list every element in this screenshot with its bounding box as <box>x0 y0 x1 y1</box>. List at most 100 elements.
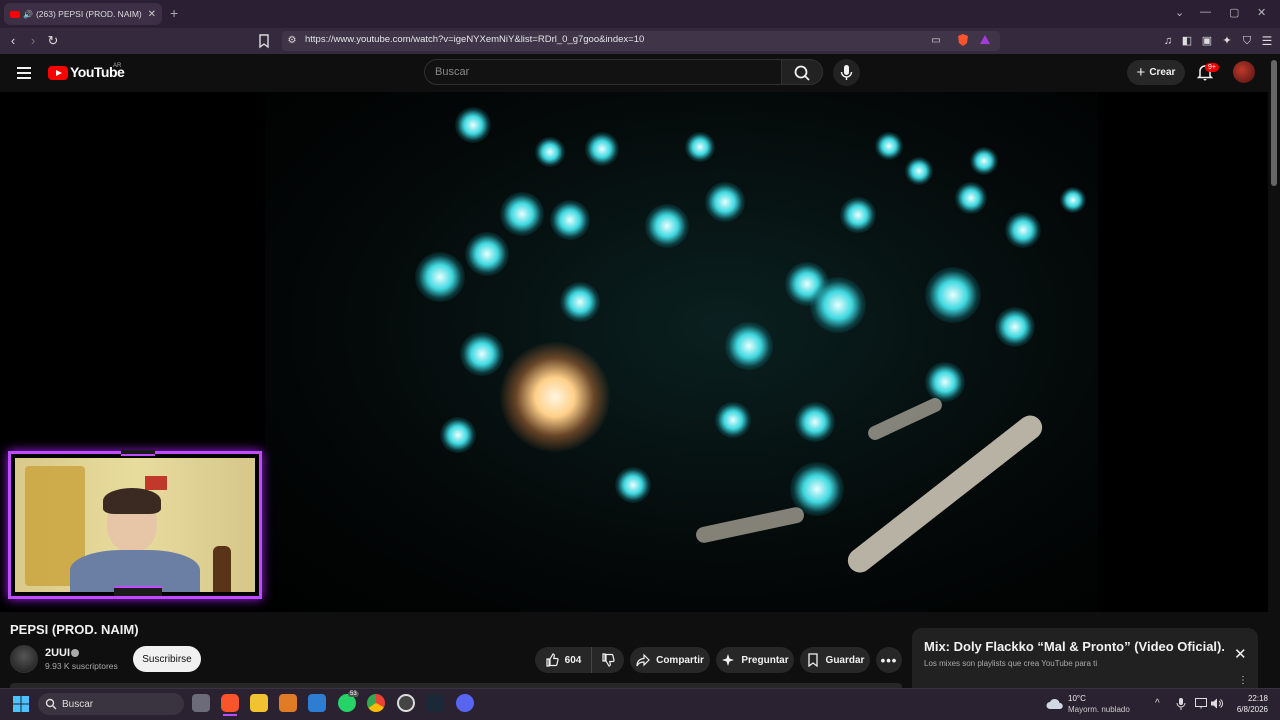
audio-playing-icon[interactable]: 🔊 <box>23 10 33 19</box>
bottle <box>213 546 231 592</box>
youtube-logo-icon[interactable] <box>48 66 68 80</box>
subscriber-count: 9.93 K suscriptores <box>45 661 118 671</box>
music-icon[interactable]: ♫ <box>1160 33 1176 49</box>
brave-rewards-icon[interactable] <box>978 33 994 49</box>
crowd-light <box>585 132 619 166</box>
crowd-light <box>1060 187 1086 213</box>
discord-icon[interactable] <box>456 694 474 712</box>
webcam-feed <box>15 458 255 592</box>
clock-time[interactable]: 22:18 <box>1220 694 1268 703</box>
tab-close-icon[interactable]: ✕ <box>148 9 156 20</box>
crowd-light <box>550 200 590 240</box>
dislike-button[interactable] <box>591 647 624 673</box>
leo-ai-icon[interactable]: ✦ <box>1219 33 1235 49</box>
crowd-light <box>875 132 903 160</box>
channel-name[interactable]: 2UUI <box>45 647 70 659</box>
active-app-indicator <box>223 714 237 716</box>
clock-date[interactable]: 6/8/2026 <box>1220 705 1268 714</box>
create-button[interactable]: + Crear <box>1127 60 1185 85</box>
create-label: Crear <box>1149 67 1176 78</box>
crowd-light <box>725 322 773 370</box>
search-input[interactable] <box>424 59 782 85</box>
task-view-icon[interactable] <box>192 694 210 712</box>
bookmark-save-icon <box>807 653 818 667</box>
minimize-icon[interactable]: — <box>1200 6 1211 18</box>
voice-search-button[interactable] <box>833 59 860 86</box>
save-button[interactable]: Guardar <box>800 647 870 673</box>
tray-overflow-chevron-icon[interactable]: ^ <box>1155 698 1160 709</box>
channel-avatar[interactable] <box>10 645 38 673</box>
vpn-icon[interactable]: ⛉ <box>1239 33 1255 49</box>
windows-start-icon[interactable] <box>13 696 29 712</box>
hamburger-menu-icon[interactable] <box>17 67 31 82</box>
crowd-light <box>455 107 491 143</box>
save-label: Guardar <box>825 654 865 666</box>
brave-browser-icon[interactable] <box>221 694 239 712</box>
share-arrow-icon <box>636 653 650 667</box>
site-settings-icon[interactable]: ⚙ <box>284 33 300 49</box>
thumbs-up-icon <box>546 653 559 667</box>
account-avatar[interactable] <box>1233 61 1255 83</box>
browser-tab[interactable]: 🔊 (263) PEPSI (PROD. NAIM) - Y ✕ <box>4 3 162 25</box>
microphone-tray-icon[interactable] <box>1176 698 1186 710</box>
file-explorer-icon[interactable] <box>250 694 268 712</box>
weather-cloud-icon[interactable] <box>1046 696 1064 710</box>
network-icon[interactable] <box>1195 698 1207 709</box>
window-close-icon[interactable]: ✕ <box>1257 6 1266 19</box>
webcam-frame-tab <box>114 586 162 596</box>
crowd-light <box>645 204 689 248</box>
crowd-light <box>440 417 476 453</box>
maximize-icon[interactable]: ▢ <box>1229 6 1239 19</box>
forward-icon[interactable]: › <box>25 33 41 49</box>
url-text[interactable]: https://www.youtube.com/watch?v=igeNYXem… <box>305 34 644 45</box>
brave-shield-icon[interactable] <box>956 33 972 49</box>
weather-temperature[interactable]: 10°C <box>1068 694 1086 703</box>
mix-playlist-card[interactable] <box>912 628 1258 688</box>
crowd-light <box>460 332 504 376</box>
wallet-icon[interactable]: ▣ <box>1199 33 1215 49</box>
new-tab-button[interactable]: + <box>170 5 178 21</box>
fl-studio-icon[interactable] <box>279 694 297 712</box>
share-button[interactable]: Compartir <box>630 647 710 673</box>
crowd-light <box>905 157 933 185</box>
crowd-light <box>970 147 998 175</box>
crowd-light <box>615 467 651 503</box>
light-flare <box>500 342 610 452</box>
reload-icon[interactable]: ↻ <box>45 33 61 49</box>
obs-icon[interactable] <box>397 694 415 712</box>
chrome-icon[interactable] <box>367 694 385 712</box>
crowd-light <box>810 277 866 333</box>
mix-title[interactable]: Mix: Doly Flackko “Mal & Pronto” (Video … <box>924 639 1224 654</box>
mix-subtitle: Los mixes son playlists que crea YouTube… <box>924 659 1098 668</box>
weather-description[interactable]: Mayorm. nublado <box>1068 705 1130 714</box>
ask-label: Preguntar <box>741 654 789 666</box>
crowd-light <box>795 402 835 442</box>
crowd-light <box>840 197 876 233</box>
microsoft-store-icon[interactable] <box>308 694 326 712</box>
crowd-light <box>1005 212 1041 248</box>
notification-count-badge: 9+ <box>1205 63 1219 72</box>
crowd-light <box>705 182 745 222</box>
thumbs-down-icon <box>602 653 615 667</box>
back-icon[interactable]: ‹ <box>5 33 21 49</box>
webcam-overlay <box>8 450 262 599</box>
sidebar-icon[interactable]: ◧ <box>1179 33 1195 49</box>
more-actions-button[interactable]: ••• <box>876 647 902 673</box>
more-dots-icon: ••• <box>880 652 898 668</box>
mix-close-icon[interactable]: ✕ <box>1234 645 1247 663</box>
browser-menu-icon[interactable]: ☰ <box>1259 33 1275 49</box>
search-button[interactable] <box>781 59 823 85</box>
mix-more-icon[interactable]: ⋮ <box>1238 675 1248 686</box>
cast-icon[interactable]: ▭ <box>928 33 944 49</box>
sparkle-icon <box>722 654 735 666</box>
bookmark-icon[interactable] <box>256 33 272 49</box>
ask-button[interactable]: Preguntar <box>716 647 794 673</box>
subscribe-button[interactable]: Suscribirse <box>133 646 201 672</box>
tab-search-icon[interactable]: ⌄ <box>1175 6 1184 19</box>
like-button[interactable]: 604 <box>535 647 591 673</box>
scrollbar-thumb[interactable] <box>1271 60 1277 186</box>
raised-arm <box>865 395 945 443</box>
steam-icon[interactable] <box>426 694 444 712</box>
taskbar-search[interactable]: Buscar <box>38 693 184 715</box>
wall-flag <box>145 476 167 490</box>
